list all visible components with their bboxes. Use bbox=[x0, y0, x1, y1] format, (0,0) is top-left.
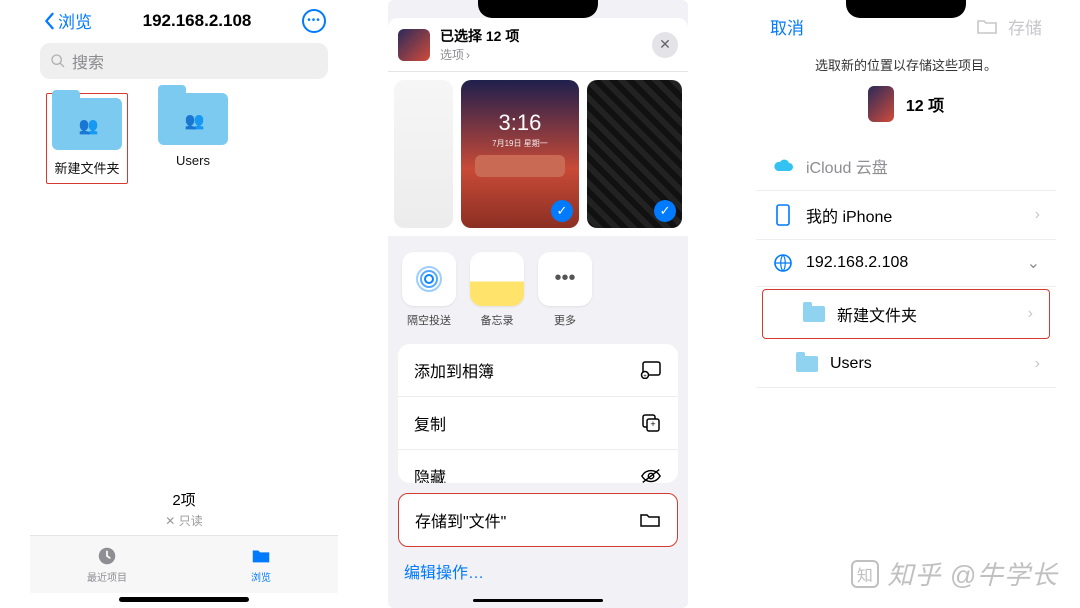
photo-thumb-selected[interactable]: ✓ bbox=[587, 80, 682, 228]
check-icon: ✓ bbox=[551, 200, 573, 222]
photo-gallery[interactable]: 3:16 7月19日 星期一 ✓ ✓ bbox=[388, 72, 688, 236]
header-text: 已选择 12 项 选项› bbox=[440, 26, 642, 63]
tab-bar: 最近项目 浏览 bbox=[30, 535, 338, 593]
folder-icon bbox=[796, 353, 818, 375]
chevron-right-icon: › bbox=[1028, 305, 1033, 323]
notch bbox=[478, 0, 598, 18]
selected-count: 已选择 12 项 bbox=[440, 26, 642, 46]
folder-label: 新建文件夹 bbox=[54, 158, 119, 177]
tab-recent[interactable]: 最近项目 bbox=[30, 536, 184, 593]
folder-new[interactable]: 👥 新建文件夹 bbox=[46, 93, 128, 184]
location-icloud[interactable]: iCloud 云盘 bbox=[756, 142, 1056, 191]
more-button[interactable]: ••• bbox=[302, 9, 326, 33]
readonly-hint: ✕ 只读 bbox=[30, 512, 338, 535]
location-list: iCloud 云盘 我的 iPhone › 192.168.2.108 ⌄ 新建… bbox=[756, 142, 1056, 388]
folder-icon bbox=[249, 545, 273, 567]
folder-icon: 👥 bbox=[52, 98, 122, 150]
action-add-album[interactable]: 添加到相簿 + bbox=[398, 344, 678, 397]
nav-bar: 浏览 192.168.2.108 ••• bbox=[30, 0, 338, 43]
chevron-left-icon bbox=[42, 12, 56, 30]
globe-icon bbox=[772, 252, 794, 274]
check-icon: ✓ bbox=[654, 200, 676, 222]
thumbnail-icon bbox=[398, 29, 430, 61]
notes-icon bbox=[470, 252, 524, 306]
folder-icon: 👥 bbox=[158, 93, 228, 145]
folder-icon bbox=[803, 303, 825, 325]
lock-date: 7月19日 星期一 bbox=[492, 138, 548, 149]
action-hide[interactable]: 隐藏 bbox=[398, 450, 678, 483]
items-summary: 12 项 bbox=[756, 86, 1056, 138]
instruction-text: 选取新的位置以存储这些项目。 bbox=[756, 47, 1056, 86]
location-users[interactable]: Users › bbox=[756, 341, 1056, 388]
edit-actions-link[interactable]: 编辑操作… bbox=[388, 547, 688, 595]
folder-grid: 👥 新建文件夹 👥 Users bbox=[30, 93, 338, 184]
notch bbox=[846, 0, 966, 18]
page-title: 192.168.2.108 bbox=[143, 11, 252, 31]
action-copy[interactable]: 复制 + bbox=[398, 397, 678, 450]
close-icon: ✕ bbox=[659, 36, 671, 53]
home-indicator[interactable] bbox=[119, 597, 249, 602]
phone-share-sheet: 已选择 12 项 选项› ✕ 3:16 7月19日 星期一 ✓ ✓ 隔空投送 备… bbox=[388, 0, 688, 608]
back-label: 浏览 bbox=[58, 8, 92, 33]
zhihu-logo-icon: 知 bbox=[851, 560, 879, 588]
chevron-down-icon: ⌄ bbox=[1027, 253, 1040, 273]
save-button[interactable]: 存储 bbox=[976, 14, 1042, 39]
share-targets: 隔空投送 备忘录 ••• 更多 bbox=[388, 236, 688, 344]
close-button[interactable]: ✕ bbox=[652, 32, 678, 58]
album-icon: + bbox=[640, 361, 662, 379]
tab-browse[interactable]: 浏览 bbox=[184, 536, 338, 593]
notes-button[interactable]: 备忘录 bbox=[470, 252, 524, 328]
photo-thumb[interactable] bbox=[394, 80, 453, 228]
svg-text:+: + bbox=[643, 374, 647, 379]
back-button[interactable]: 浏览 bbox=[42, 8, 92, 33]
clock-icon bbox=[95, 545, 119, 567]
action-list: 添加到相簿 + 复制 + 隐藏 幻灯片 bbox=[398, 344, 678, 483]
watermark: 知 知乎 @牛学长 bbox=[851, 555, 1058, 592]
chevron-right-icon: › bbox=[1035, 355, 1040, 373]
options-link[interactable]: 选项› bbox=[440, 46, 642, 63]
item-count: 2项 bbox=[30, 489, 338, 512]
sheet-header: 已选择 12 项 选项› ✕ bbox=[388, 18, 688, 72]
airdrop-icon bbox=[402, 252, 456, 306]
lock-time: 3:16 bbox=[499, 110, 542, 136]
location-server[interactable]: 192.168.2.108 ⌄ bbox=[756, 240, 1056, 287]
folder-icon bbox=[639, 511, 661, 529]
folder-users[interactable]: 👥 Users bbox=[152, 93, 234, 184]
cloud-icon bbox=[772, 155, 794, 177]
notification-preview bbox=[475, 155, 565, 177]
phone-save-location: 取消 存储 选取新的位置以存储这些项目。 12 项 iCloud 云盘 我的 i… bbox=[756, 0, 1056, 608]
thumbnail-icon bbox=[868, 86, 894, 122]
folder-icon bbox=[976, 18, 998, 36]
svg-text:+: + bbox=[650, 419, 655, 429]
home-indicator[interactable] bbox=[473, 599, 603, 602]
phone-icon bbox=[772, 204, 794, 226]
photo-thumb-selected[interactable]: 3:16 7月19日 星期一 ✓ bbox=[461, 80, 579, 228]
search-placeholder: 搜索 bbox=[72, 49, 104, 73]
search-input[interactable]: 搜索 bbox=[40, 43, 328, 79]
chevron-right-icon: › bbox=[466, 48, 470, 62]
eye-off-icon bbox=[640, 467, 662, 483]
location-new-folder[interactable]: 新建文件夹 › bbox=[762, 289, 1050, 339]
ellipsis-icon: ••• bbox=[538, 252, 592, 306]
ellipsis-icon: ••• bbox=[307, 15, 321, 26]
airdrop-button[interactable]: 隔空投送 bbox=[402, 252, 456, 328]
cancel-button[interactable]: 取消 bbox=[770, 14, 804, 39]
copy-icon: + bbox=[640, 414, 662, 432]
chevron-right-icon: › bbox=[1035, 206, 1040, 224]
action-save-files[interactable]: 存储到"文件" bbox=[398, 493, 678, 547]
location-iphone[interactable]: 我的 iPhone › bbox=[756, 191, 1056, 240]
more-button[interactable]: ••• 更多 bbox=[538, 252, 592, 328]
items-count: 12 项 bbox=[906, 92, 944, 116]
folder-label: Users bbox=[176, 153, 210, 168]
search-icon bbox=[50, 53, 66, 69]
phone-files-browser: 浏览 192.168.2.108 ••• 搜索 👥 新建文件夹 👥 Users … bbox=[30, 0, 338, 608]
